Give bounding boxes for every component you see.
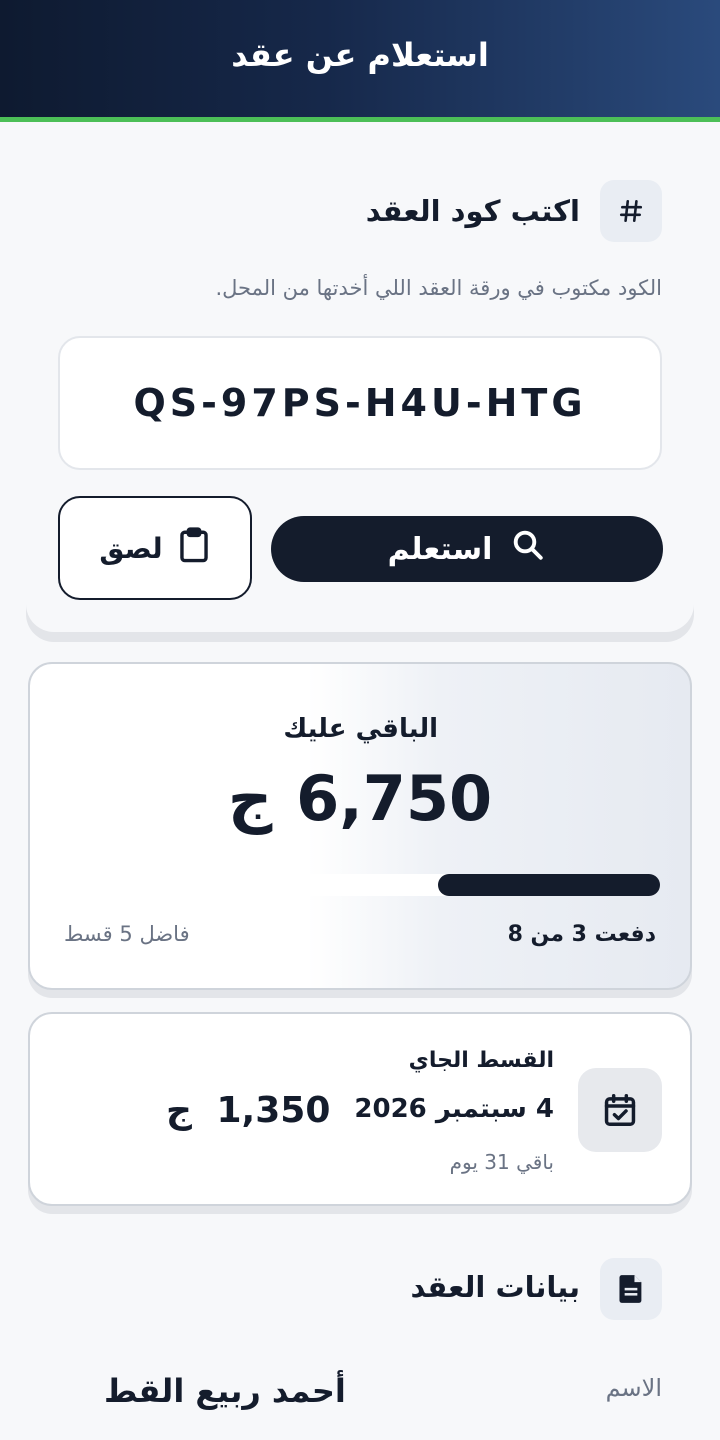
name-value: أحمد ربيع القط: [104, 1372, 346, 1410]
calendar-check-icon: [578, 1068, 662, 1152]
next-installment-currency: ج: [166, 1090, 192, 1131]
document-icon: [600, 1258, 662, 1320]
search-button[interactable]: استعلم: [271, 516, 663, 582]
balance-label: الباقي عليك: [283, 714, 438, 744]
clipboard-icon: [177, 526, 211, 571]
hash-icon: [600, 180, 662, 242]
name-label: الاسم: [605, 1374, 662, 1402]
next-installment-amount: 1,350 ج: [166, 1090, 330, 1131]
page-title: استعلام عن عقد: [231, 36, 489, 74]
payment-progress-bar: [290, 874, 660, 896]
balance-amount-value: 6,750: [296, 762, 493, 835]
contract-data-title: بيانات العقد: [410, 1270, 580, 1304]
days-left-text: باقي 31 يوم: [449, 1150, 554, 1174]
contract-code-input[interactable]: QS-97PS-H4U-HTG: [58, 336, 662, 470]
paste-button-label: لصق: [99, 531, 163, 565]
remaining-count-text: فاضل 5 قسط: [64, 922, 190, 946]
paid-count-text: دفعت 3 من 8: [507, 922, 656, 947]
next-installment-label: القسط الجاي: [408, 1048, 554, 1073]
next-installment-amount-value: 1,350: [216, 1090, 331, 1131]
balance-amount: 6,750 ج: [30, 762, 690, 835]
code-section-title: اكتب كود العقد: [365, 194, 580, 228]
next-installment-date: 4 سبتمبر 2026: [354, 1094, 554, 1124]
balance-currency: ج: [227, 762, 273, 835]
next-installment-card: القسط الجاي 4 سبتمبر 2026 باقي 31 يوم 1,…: [28, 1012, 692, 1206]
payment-progress-fill: [438, 874, 660, 896]
code-hint-text: الكود مكتوب في ورقة العقد اللي أخدتها من…: [215, 276, 662, 300]
search-button-label: استعلم: [387, 531, 493, 567]
paste-button[interactable]: لصق: [58, 496, 252, 600]
balance-card: الباقي عليك 6,750 ج دفعت 3 من 8 فاضل 5 ق…: [28, 662, 692, 990]
app-header: استعلام عن عقد: [0, 0, 720, 122]
search-icon: [510, 527, 546, 571]
